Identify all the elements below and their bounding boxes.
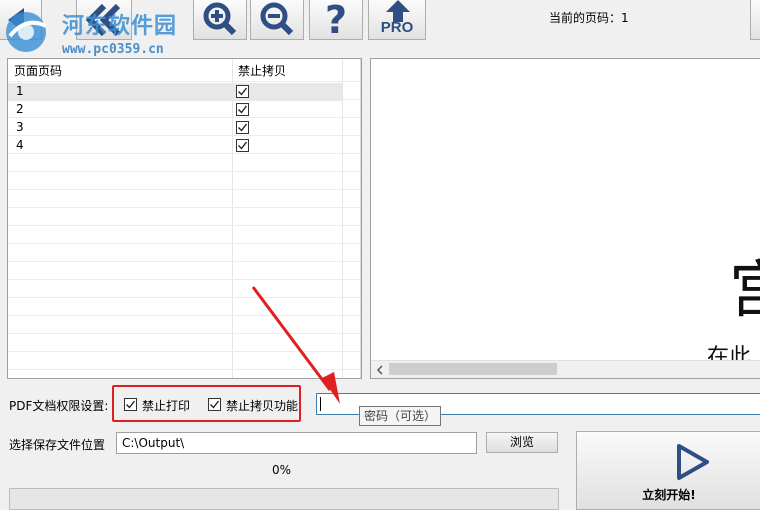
table-grid-line: [8, 261, 361, 262]
watermark-site-name: 河东软件园: [62, 14, 178, 39]
page-number-cell: 3: [16, 120, 24, 134]
watermark-logo-icon: [6, 12, 47, 52]
page-number-cell: 1: [16, 84, 24, 98]
zoom-out-icon: [260, 2, 294, 35]
checkmark-icon: [126, 400, 136, 409]
scrollbar-thumb[interactable]: [389, 363, 557, 375]
page-number-cell: 2: [16, 102, 24, 116]
table-grid-line: [8, 207, 361, 208]
table-row[interactable]: 3: [8, 119, 342, 137]
scroll-left-icon[interactable]: [374, 363, 386, 377]
table-grid-line: [8, 81, 361, 82]
no-copy-feature-checkbox[interactable]: [208, 398, 221, 411]
no-copy-checkbox[interactable]: [236, 139, 249, 152]
table-grid-line: [8, 243, 361, 244]
table-row[interactable]: 2: [8, 101, 342, 119]
table-row[interactable]: 1: [8, 83, 342, 101]
watermark-url: www.pc0359.cn: [62, 42, 164, 57]
zoom-in-button[interactable]: [193, 0, 247, 40]
pro-label: PRO: [380, 19, 414, 36]
checkmark-icon: [238, 87, 248, 96]
column-header-no-copy[interactable]: 禁止拷贝: [232, 59, 342, 81]
zoom-out-button[interactable]: [250, 0, 304, 40]
table-grid-line: [8, 225, 361, 226]
no-copy-checkbox[interactable]: [236, 85, 249, 98]
preview-title-glyph: 宫: [729, 259, 760, 321]
current-page-label: 当前的页码：1: [549, 11, 629, 25]
table-grid-line: [8, 189, 361, 190]
zoom-in-icon: [203, 2, 237, 35]
checkmark-icon: [238, 105, 248, 114]
checkmark-icon: [238, 141, 248, 150]
table-row[interactable]: 4: [8, 137, 342, 155]
page-number-cell: 4: [16, 138, 24, 152]
play-icon: [677, 444, 709, 480]
no-print-label[interactable]: 禁止打印: [142, 397, 190, 414]
annotation-arrow-icon: [251, 286, 340, 404]
permissions-label: PDF文档权限设置:: [9, 399, 109, 413]
pro-upgrade-button[interactable]: PRO: [368, 0, 426, 40]
no-copy-checkbox[interactable]: [236, 103, 249, 116]
table-grid-line: [8, 279, 361, 280]
save-location-label: 选择保存文件位置: [9, 438, 106, 452]
output-path-input[interactable]: C:\Output\: [116, 432, 477, 454]
browse-button[interactable]: 浏览: [486, 432, 558, 453]
horizontal-scrollbar[interactable]: [371, 360, 760, 378]
progress-bar: [9, 488, 559, 510]
svg-text:?: ?: [325, 1, 347, 39]
checkmark-icon: [210, 400, 220, 409]
pdf-preview-pane[interactable]: 宫 在此: [370, 58, 760, 379]
question-mark-icon: ?: [325, 1, 347, 39]
no-print-checkbox[interactable]: [124, 398, 137, 411]
help-button[interactable]: ?: [309, 0, 363, 40]
checkmark-icon: [238, 123, 248, 132]
password-tooltip: 密码（可选）: [359, 406, 441, 426]
table-grid-line: [8, 171, 361, 172]
progress-percent: 0%: [272, 463, 292, 477]
column-header-page[interactable]: 页面页码: [8, 59, 232, 81]
start-button-label: 立刻开始!: [642, 488, 696, 502]
toolbar-overflow-button[interactable]: [750, 0, 760, 40]
no-copy-checkbox[interactable]: [236, 121, 249, 134]
start-button[interactable]: 立刻开始!: [576, 431, 760, 510]
